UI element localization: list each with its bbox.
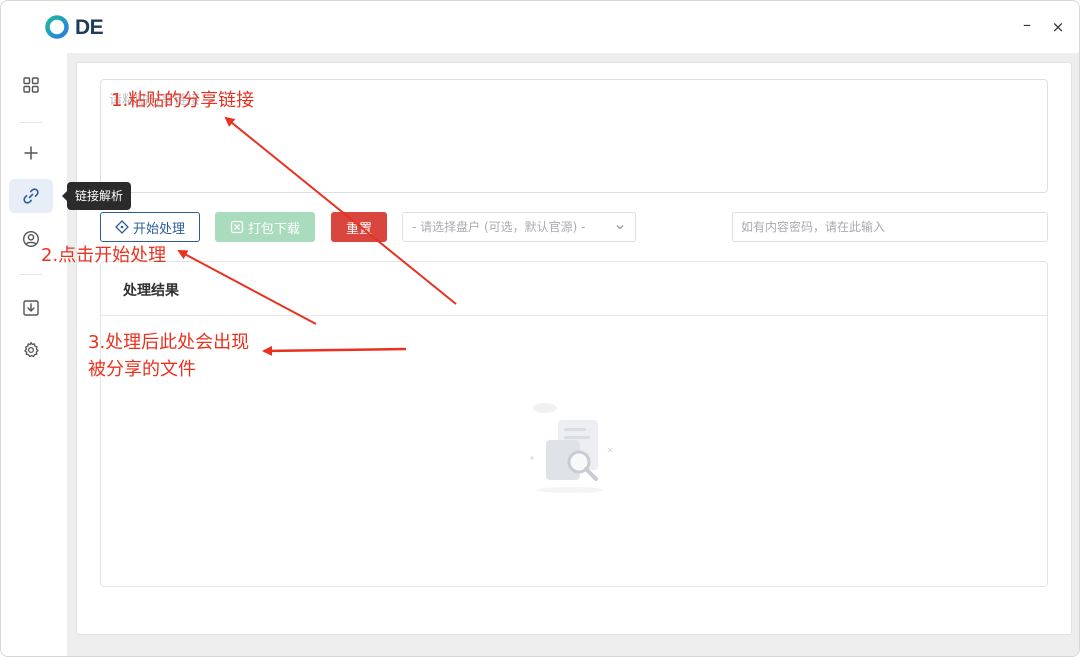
sidebar [1, 53, 67, 656]
annotation-step3-line1: 3.处理后此处会出现 [88, 332, 250, 353]
pack-download-label: 打包下载 [247, 221, 300, 237]
pack-download-button[interactable]: 打包下载 [215, 212, 315, 242]
app-window: DE – × 链接解析 请粘贴分享链接 开始处理 打包下载 重置 - 请选择盘户… [0, 0, 1080, 657]
gear-icon [24, 341, 39, 358]
process-icon [115, 220, 129, 234]
sidebar-item-settings[interactable] [9, 333, 53, 367]
result-header: 处理结果 [101, 262, 1047, 316]
chevron-down-icon [616, 225, 624, 230]
package-icon [230, 220, 244, 234]
start-process-label: 开始处理 [132, 221, 185, 237]
link-icon [23, 188, 39, 204]
sidebar-item-add[interactable] [9, 136, 53, 170]
sidebar-divider [20, 122, 42, 123]
reset-button[interactable]: 重置 [331, 212, 387, 242]
start-process-button[interactable]: 开始处理 [100, 212, 200, 242]
sidebar-divider [20, 274, 42, 275]
result-panel: 处理结果 [100, 261, 1048, 587]
minimize-button[interactable]: – [1017, 17, 1037, 37]
annotation-step3-line2: 被分享的文件 [88, 359, 196, 380]
user-circle-icon [22, 230, 40, 248]
title-bar: DE – × [1, 1, 1079, 53]
result-title: 处理结果 [123, 283, 179, 299]
sidebar-item-link-parse[interactable] [9, 179, 53, 213]
close-button[interactable]: × [1048, 17, 1068, 37]
sidebar-item-apps[interactable] [9, 68, 53, 102]
plus-icon [24, 146, 38, 160]
sidebar-tooltip: 链接解析 [61, 182, 132, 210]
annotation-step3: 3.处理后此处会出现 被分享的文件 [88, 329, 249, 383]
drive-select-placeholder: - 请选择盘户 (可选，默认官源) - [412, 220, 586, 234]
password-input-placeholder: 如有内容密码，请在此输入 [741, 220, 886, 234]
grid-icon [23, 77, 39, 93]
app-logo-text: DE [75, 16, 104, 39]
download-icon [23, 300, 39, 316]
password-input[interactable]: 如有内容密码，请在此输入 [732, 212, 1048, 242]
annotation-step2: 2.点击开始处理 [41, 245, 167, 266]
empty-state-icon [530, 403, 613, 493]
annotation-step1: 1.粘贴的分享链接 [111, 90, 255, 111]
drive-select[interactable]: - 请选择盘户 (可选，默认官源) - [402, 212, 636, 242]
reset-label: 重置 [345, 221, 372, 237]
sidebar-item-download[interactable] [9, 291, 53, 325]
